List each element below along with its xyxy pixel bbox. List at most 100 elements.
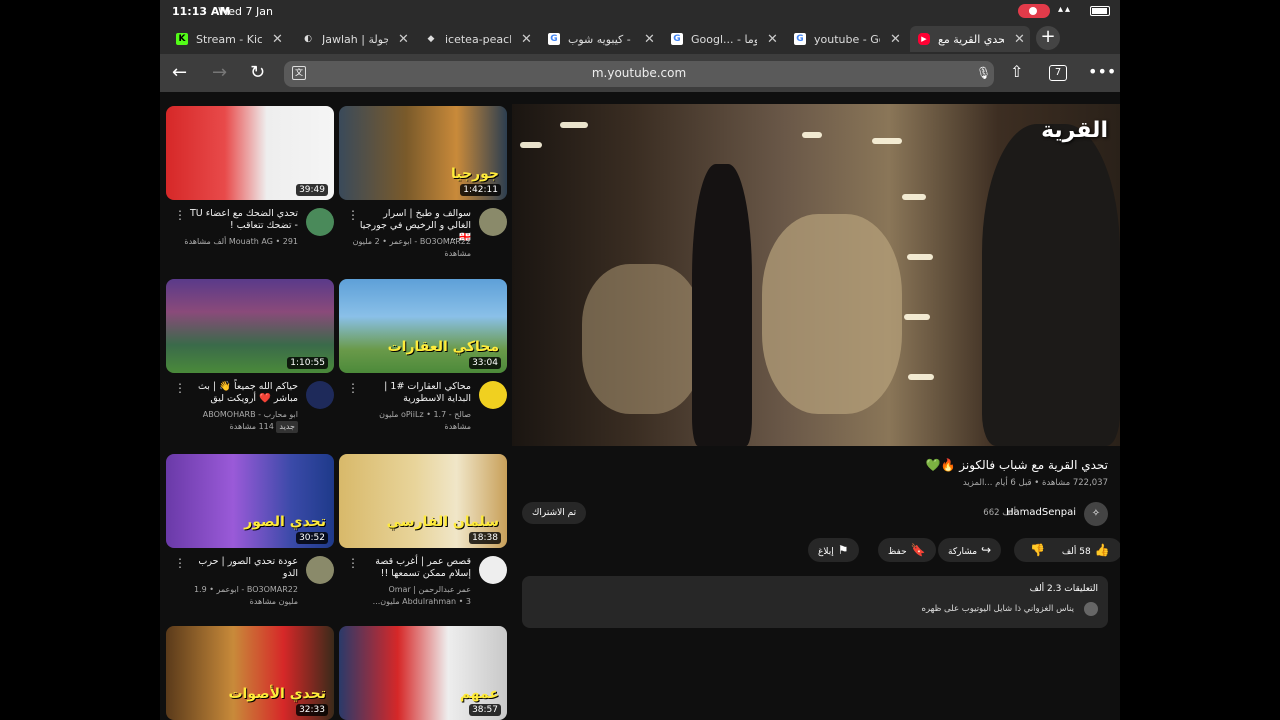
channel-avatar[interactable] <box>306 556 334 584</box>
channel-avatar[interactable] <box>479 208 507 236</box>
tab-youtube-active[interactable]: ▶ تحدي القرية مع ✕ <box>910 26 1030 52</box>
recording-indicator-icon <box>1018 4 1050 18</box>
subscribed-button[interactable]: تم الاشتراك <box>522 502 587 524</box>
video-title[interactable]: تحدي القرية مع شباب فالكونز 🔥💚 <box>926 458 1108 472</box>
channel-avatar[interactable]: ✧ <box>1084 502 1108 526</box>
tab-title: تحدي القرية مع <box>938 32 1004 46</box>
video-meta: ⋮ حياكم الله جميعاً 👋 | بث مباشر ❤️ أروي… <box>166 373 334 443</box>
video-thumbnail[interactable]: عمهم 38:57 <box>339 626 507 720</box>
reload-button[interactable]: ↻ <box>250 62 265 83</box>
more-options-icon[interactable]: ⋮ <box>174 381 186 395</box>
google-favicon-icon: G <box>548 33 560 45</box>
video-title[interactable]: قصص عمر | أغرب قصة إسلام ممكن تسمعها !! <box>359 556 471 580</box>
close-tab-icon[interactable]: ✕ <box>767 32 778 47</box>
scene-shape <box>582 264 702 414</box>
duration-badge: 18:38 <box>469 532 501 544</box>
more-options-icon[interactable]: ⋮ <box>347 381 359 395</box>
like-dislike-group[interactable]: 👍 58 ألف 👎 <box>1014 538 1120 562</box>
close-tab-icon[interactable]: ✕ <box>890 32 901 47</box>
scene-person <box>982 124 1120 446</box>
report-button[interactable]: ⚑إبلاغ <box>808 538 859 562</box>
video-card[interactable]: عمهم 38:57 <box>339 626 507 720</box>
more-options-icon[interactable]: ⋮ <box>174 208 186 222</box>
video-title[interactable]: عودة تحدي الصور | حرب الدو <box>186 556 298 580</box>
share-button[interactable]: ↪مشاركة <box>938 538 1002 562</box>
tab-title: youtube - Goo <box>814 32 880 46</box>
jawlah-favicon-icon: ◐ <box>304 34 312 44</box>
video-card[interactable]: 39:49 ⋮ تحدي الضحك مع اعضاء TU - تضحك تت… <box>166 106 334 270</box>
channel-avatar[interactable] <box>306 381 334 409</box>
thumbnail-caption: تحدي الأصوات <box>228 686 326 702</box>
view-count: 114 مشاهدة <box>229 422 274 431</box>
video-card[interactable]: جورجيا 1:42:11 ⋮ سوالف و طبخ | اسرار الغ… <box>339 106 507 270</box>
tab-google-youtube[interactable]: G youtube - Goo ✕ <box>794 26 912 52</box>
video-channel-views: BO3OMAR22 - ابوعمر • 2 مليون مشاهدة <box>352 237 471 258</box>
channel-avatar[interactable] <box>306 208 334 236</box>
thumbnail-caption: سلمان الفارسي <box>386 514 499 530</box>
tab-google-1[interactable]: G كيبويه شوب - . ✕ <box>548 26 666 52</box>
video-card[interactable]: تحدي الصور 30:52 ⋮ عودة تحدي الصور | حرب… <box>166 454 334 618</box>
share-arrow-icon: ↪ <box>981 543 992 557</box>
thumbs-up-icon[interactable]: 👍 <box>1095 543 1110 557</box>
action-bar: ⚑إبلاغ 🔖حفظ ↪مشاركة 👍 58 ألف 👎 <box>512 538 1120 564</box>
video-thumbnail[interactable]: 1:10:55 <box>166 279 334 373</box>
scene-person <box>692 164 752 446</box>
close-tab-icon[interactable]: ✕ <box>1014 32 1025 47</box>
tab-title: Stream - Kick <box>196 32 262 46</box>
video-title[interactable]: محاكي العقارات #1 | البداية الاسطورية <box>359 381 471 405</box>
video-card[interactable]: 1:10:55 ⋮ حياكم الله جميعاً 👋 | بث مباشر… <box>166 279 334 443</box>
tab-switcher-button[interactable]: 7 <box>1049 65 1067 81</box>
duration-badge: 1:42:11 <box>460 184 501 196</box>
more-options-icon[interactable]: ⋮ <box>347 208 359 222</box>
bookmark-icon: 🔖 <box>910 543 926 557</box>
thumbnail-caption: عمهم <box>459 686 499 702</box>
address-bar[interactable]: 文 m.youtube.com 🎙 <box>284 61 994 87</box>
more-options-icon[interactable]: ⋮ <box>174 556 186 570</box>
video-player[interactable]: القرية <box>512 104 1120 446</box>
video-title[interactable]: حياكم الله جميعاً 👋 | بث مباشر ❤️ أرويكت… <box>186 381 298 405</box>
video-thumbnail[interactable]: جورجيا 1:42:11 <box>339 106 507 200</box>
tab-icetea[interactable]: ◆ icetea-peachy ✕ <box>425 26 543 52</box>
video-thumbnail[interactable]: تحدي الصور 30:52 <box>166 454 334 548</box>
video-meta: ⋮ عودة تحدي الصور | حرب الدو BO3OMAR22 -… <box>166 548 334 618</box>
video-meta[interactable]: 722,037 مشاهدة • قبل 6 أيام ...المزيد <box>963 478 1108 488</box>
thumbs-down-icon[interactable]: 👎 <box>1030 543 1045 557</box>
new-tab-button[interactable]: + <box>1036 26 1060 50</box>
channel-avatar[interactable] <box>479 556 507 584</box>
tab-title: كيبويه شوب - . <box>568 32 634 46</box>
tab-title: Jawlah | جولة <box>322 32 388 46</box>
channel-row: تم الاشتراك 662 ألف HamadSenpai ✧ <box>512 500 1120 530</box>
video-card[interactable]: سلمان الفارسي 18:38 ⋮ قصص عمر | أغرب قصة… <box>339 454 507 618</box>
more-options-icon[interactable]: ⋮ <box>347 556 359 570</box>
close-tab-icon[interactable]: ✕ <box>398 32 409 47</box>
microphone-icon[interactable]: 🎙 <box>976 66 991 80</box>
video-meta: ⋮ سوالف و طبخ | اسرار الغالي و الرخيص في… <box>339 200 507 270</box>
forward-button[interactable]: → <box>212 62 227 83</box>
video-thumbnail[interactable]: محاكي العقارات 33:04 <box>339 279 507 373</box>
tab-google-2[interactable]: G Googl... - طقوما ✕ <box>671 26 789 52</box>
close-tab-icon[interactable]: ✕ <box>644 32 655 47</box>
like-count: 58 ألف <box>1061 547 1091 557</box>
url-text: m.youtube.com <box>591 66 687 80</box>
channel-avatar[interactable] <box>479 381 507 409</box>
video-thumbnail[interactable]: تحدي الأصوات 32:33 <box>166 626 334 720</box>
back-button[interactable]: ← <box>172 62 187 83</box>
tab-jawlah[interactable]: ◐ Jawlah | جولة ✕ <box>302 26 420 52</box>
more-menu-icon[interactable]: ••• <box>1088 62 1116 81</box>
video-title[interactable]: تحدي الضحك مع اعضاء TU - تضحك تتعاقب ! <box>186 208 298 232</box>
share-icon[interactable]: ⇧ <box>1010 62 1023 81</box>
channel-name[interactable]: HamadSenpai <box>1006 507 1076 518</box>
comments-panel[interactable]: التعليقات 2.3 ألف يناس الغزواني ذا شايل … <box>522 576 1108 628</box>
tab-kick[interactable]: K Stream - Kick ✕ <box>176 26 294 52</box>
video-watermark: القرية <box>1041 118 1108 143</box>
video-thumbnail[interactable]: 39:49 <box>166 106 334 200</box>
video-card[interactable]: محاكي العقارات 33:04 ⋮ محاكي العقارات #1… <box>339 279 507 443</box>
flag-icon: ⚑ <box>837 543 849 557</box>
close-tab-icon[interactable]: ✕ <box>272 32 283 47</box>
video-card[interactable]: تحدي الأصوات 32:33 <box>166 626 334 720</box>
wifi-icon: ▴▴ <box>1058 4 1073 15</box>
video-thumbnail[interactable]: سلمان الفارسي 18:38 <box>339 454 507 548</box>
save-label: حفظ <box>888 547 907 557</box>
close-tab-icon[interactable]: ✕ <box>521 32 532 47</box>
save-button[interactable]: 🔖حفظ <box>878 538 936 562</box>
